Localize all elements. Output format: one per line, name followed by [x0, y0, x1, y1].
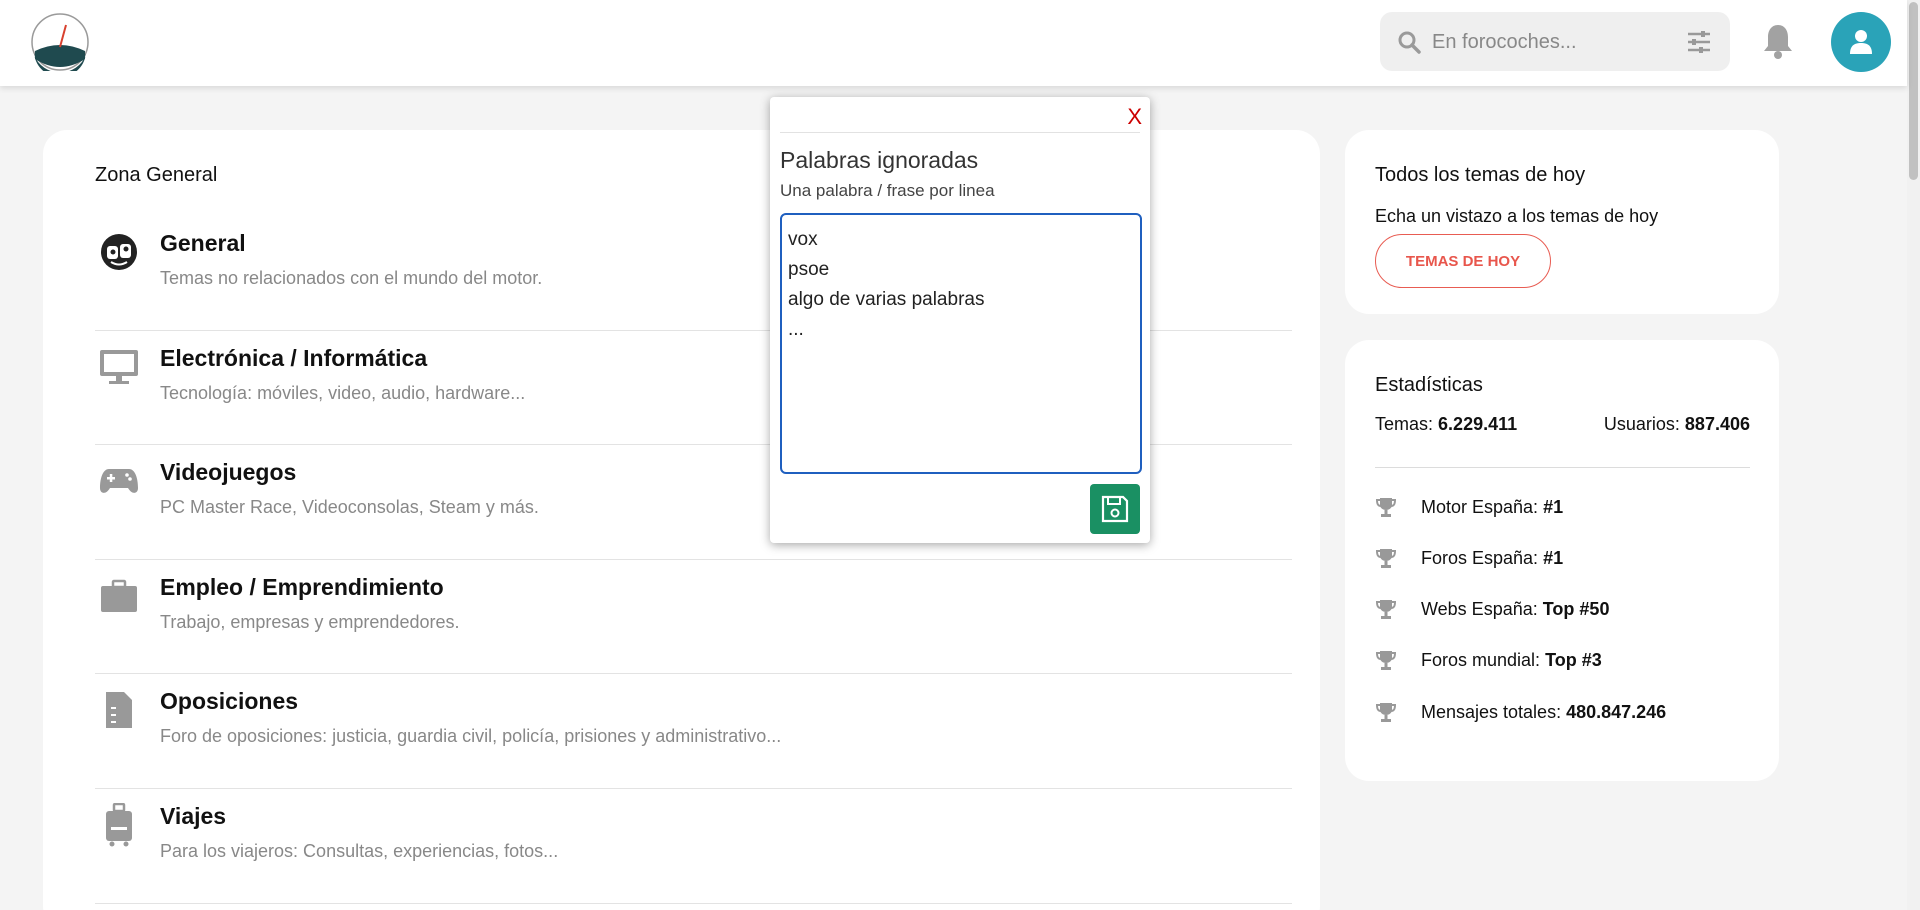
luggage-icon — [97, 802, 141, 847]
forum-description: Para los viajeros: Consultas, experienci… — [160, 840, 559, 861]
temas-value: 6.229.411 — [1438, 414, 1518, 434]
zone-title: Zona General — [95, 164, 218, 186]
forum-title[interactable]: Viajes — [160, 803, 226, 830]
ignored-words-textarea[interactable] — [780, 213, 1142, 474]
general-icon — [97, 230, 141, 274]
forum-item-empleo[interactable]: Empleo / Emprendimiento Trabajo, empresa… — [95, 560, 1292, 675]
stats-title: Estadísticas — [1375, 374, 1483, 396]
rank-label: Foros España: — [1421, 547, 1539, 568]
today-topics-button[interactable]: TEMAS DE HOY — [1375, 234, 1551, 288]
today-text: Echa un vistazo a los temas de hoy — [1375, 206, 1659, 226]
divider — [780, 132, 1140, 133]
forum-title[interactable]: Oposiciones — [160, 688, 298, 715]
search-input[interactable] — [1432, 26, 1682, 58]
usuarios-value: 887.406 — [1684, 414, 1750, 434]
filter-sliders-icon[interactable] — [1686, 29, 1712, 55]
save-button[interactable] — [1090, 484, 1140, 534]
search-bar — [1380, 12, 1730, 71]
trophy-icon — [1375, 496, 1397, 518]
rank-item: Motor España: #1 — [1375, 494, 1563, 520]
rank-item: Foros España: #1 — [1375, 545, 1563, 571]
trophy-icon — [1375, 598, 1397, 620]
floppy-disk-icon — [1101, 495, 1129, 523]
rank-item: Webs España: Top #50 — [1375, 596, 1609, 622]
rank-item: Mensajes totales: 480.847.246 — [1375, 699, 1666, 725]
user-icon — [1850, 30, 1872, 54]
page-scrollbar[interactable] — [1907, 0, 1920, 910]
forocoches-logo[interactable] — [31, 13, 89, 77]
forum-description: Trabajo, empresas y emprendedores. — [160, 611, 460, 632]
forum-description: Temas no relacionados con el mundo del m… — [160, 268, 543, 288]
user-avatar-button[interactable] — [1831, 12, 1891, 72]
today-topics-card: Todos los temas de hoy Echa un vistazo a… — [1345, 130, 1779, 314]
rank-value: 480.847.246 — [1566, 701, 1667, 722]
usuarios-label: Usuarios: — [1603, 414, 1680, 434]
trophy-icon — [1375, 547, 1397, 569]
rank-label: Mensajes totales: — [1421, 701, 1562, 722]
document-icon — [97, 688, 141, 732]
rank-label: Foros mundial: — [1421, 649, 1541, 670]
trophy-icon — [1375, 701, 1397, 723]
forum-item-viajes[interactable]: Viajes Para los viajeros: Consultas, exp… — [95, 789, 1292, 904]
forum-item-oposiciones[interactable]: Oposiciones Foro de oposiciones: justici… — [95, 674, 1292, 789]
search-icon — [1398, 31, 1421, 54]
today-title: Todos los temas de hoy — [1375, 164, 1586, 186]
stats-totals: Temas: 6.229.411 Usuarios: 887.406 — [1375, 414, 1750, 436]
rank-value: #1 — [1543, 547, 1564, 568]
forum-description: Tecnología: móviles, video, audio, hardw… — [160, 382, 526, 403]
rank-value: Top #50 — [1542, 598, 1610, 619]
divider — [1375, 467, 1750, 468]
forum-title[interactable]: Empleo / Emprendimiento — [160, 574, 444, 601]
top-header — [0, 0, 1907, 86]
notification-bell-icon[interactable] — [1761, 22, 1795, 60]
forum-title[interactable]: Electrónica / Informática — [160, 345, 427, 372]
briefcase-icon — [97, 574, 141, 618]
temas-label: Temas: — [1375, 414, 1434, 434]
ignored-words-popup: X Palabras ignoradas Una palabra / frase… — [770, 97, 1150, 543]
trophy-icon — [1375, 649, 1397, 671]
forum-title[interactable]: Videojuegos — [160, 459, 296, 486]
forum-description: Foro de oposiciones: justicia, guardia c… — [160, 726, 782, 747]
rank-value: #1 — [1543, 496, 1564, 517]
scrollbar-thumb[interactable] — [1909, 2, 1918, 180]
forum-title[interactable]: General — [160, 230, 246, 257]
stats-card: Estadísticas Temas: 6.229.411 Usuarios: … — [1345, 340, 1779, 781]
monitor-icon — [97, 345, 141, 389]
rank-value: Top #3 — [1545, 649, 1602, 670]
popup-subtitle: Una palabra / frase por linea — [780, 181, 995, 200]
rank-label: Webs España: — [1421, 598, 1538, 619]
rank-label: Motor España: — [1421, 496, 1539, 517]
gamepad-icon — [97, 459, 141, 503]
popup-title: Palabras ignoradas — [780, 147, 979, 173]
rank-item: Foros mundial: Top #3 — [1375, 647, 1602, 673]
forum-description: PC Master Race, Videoconsolas, Steam y m… — [160, 497, 539, 518]
close-button[interactable]: X — [1127, 104, 1142, 130]
